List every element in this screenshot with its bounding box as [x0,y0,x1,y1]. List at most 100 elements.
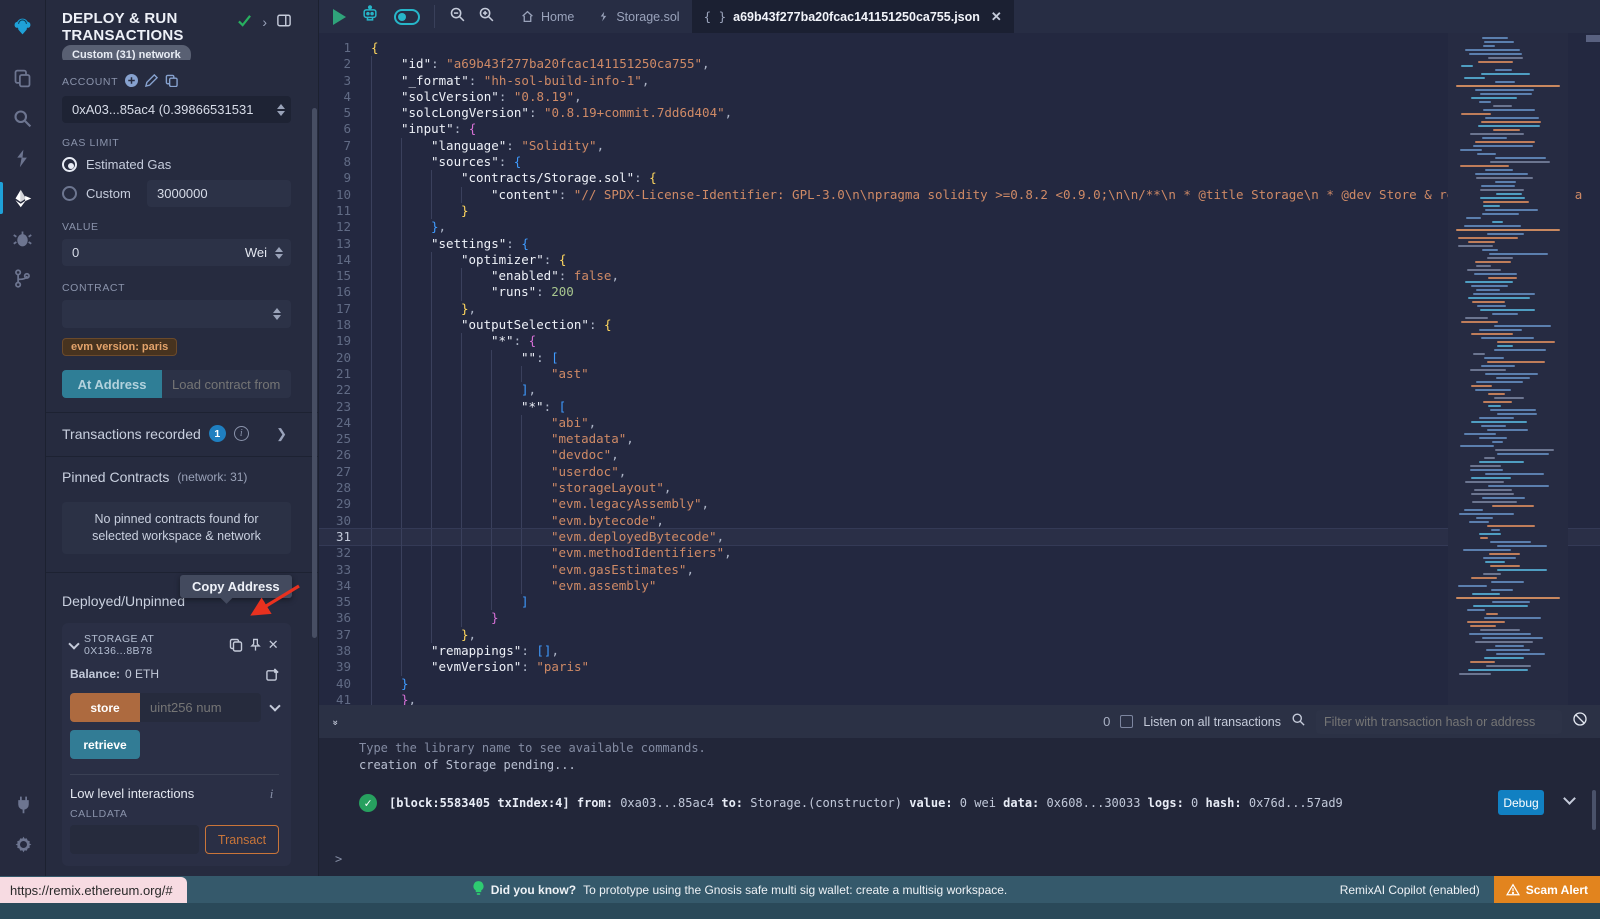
code-line-31[interactable]: 31"evm.deployedBytecode", [319,529,1600,545]
store-arg-input[interactable] [140,693,261,722]
close-tab-icon[interactable]: ✕ [991,9,1002,25]
clear-filter-ban-icon[interactable] [1572,711,1588,732]
code-line-16[interactable]: 16"runs": 200 [319,284,1600,300]
copy-address-icon[interactable] [229,638,243,652]
store-function-button[interactable]: store [70,693,140,722]
git-icon[interactable] [0,258,46,298]
code-line-24[interactable]: 24"abi", [319,415,1600,431]
code-line-6[interactable]: 6"input": { [319,121,1600,137]
code-line-7[interactable]: 7"language": "Solidity", [319,138,1600,154]
code-line-3[interactable]: 3"_format": "hh-sol-build-info-1", [319,73,1600,89]
deploy-run-icon[interactable] [0,178,46,218]
account-select[interactable]: 0xA03...85ac4 (0.39866531531 [62,96,291,123]
code-line-35[interactable]: 35] [319,594,1600,610]
code-line-30[interactable]: 30"evm.bytecode", [319,513,1600,529]
pin-contract-icon[interactable] [249,638,262,652]
code-line-20[interactable]: 20"": [ [319,350,1600,366]
transact-button[interactable]: Transact [205,825,279,854]
tab-a69b43f277ba20fcac141151250ca755-json[interactable]: { }a69b43f277ba20fcac141151250ca755.json… [692,0,1014,33]
value-input[interactable] [62,239,237,266]
load-address-input[interactable] [162,370,291,398]
zoom-out-icon[interactable] [449,6,466,28]
code-line-34[interactable]: 34"evm.assembly" [319,578,1600,594]
retrieve-function-button[interactable]: retrieve [70,730,140,759]
custom-gas-input[interactable] [147,180,291,207]
tab-home[interactable]: Home [509,0,586,33]
debugger-icon[interactable] [0,218,46,258]
code-line-41[interactable]: 41}, [319,692,1600,705]
search-icon[interactable] [0,98,46,138]
code-line-29[interactable]: 29"evm.legacyAssembly", [319,496,1600,512]
calldata-input[interactable] [70,825,199,854]
code-line-1[interactable]: 1{ [319,40,1600,56]
transaction-log-row[interactable]: ✓ [block:5583405 txIndex:4] from: 0xa03.… [359,794,1540,812]
code-line-40[interactable]: 40} [319,676,1600,692]
code-line-26[interactable]: 26"devdoc", [319,447,1600,463]
collapse-chevron-icon[interactable]: › [262,14,267,30]
terminal-scrollbar[interactable] [1592,790,1596,830]
at-address-button[interactable]: At Address [62,370,162,398]
terminal-prompt[interactable]: > [335,852,342,866]
expand-tx-chevron-icon[interactable] [1563,792,1576,805]
panel-scrollbar[interactable] [312,108,317,638]
zoom-in-icon[interactable] [478,6,495,28]
code-line-13[interactable]: 13"settings": { [319,236,1600,252]
code-line-36[interactable]: 36} [319,610,1600,626]
terminal-search-icon[interactable] [1291,712,1306,732]
code-line-11[interactable]: 11} [319,203,1600,219]
settings-gear-icon[interactable] [0,824,46,864]
code-line-10[interactable]: 10"content": "// SPDX-License-Identifier… [319,187,1600,203]
low-level-info-icon[interactable]: i [264,786,279,801]
code-line-12[interactable]: 12}, [319,219,1600,235]
copy-account-icon[interactable] [165,74,178,90]
add-account-icon[interactable] [125,74,138,90]
plugin-manager-icon[interactable] [0,784,46,824]
code-line-15[interactable]: 15"enabled": false, [319,268,1600,284]
code-line-37[interactable]: 37}, [319,627,1600,643]
code-line-17[interactable]: 17}, [319,301,1600,317]
terminal-output[interactable]: Type the library name to see available c… [319,738,1600,876]
code-editor[interactable]: 1{2"id": "a69b43f277ba20fcac141151250ca7… [319,33,1600,705]
expand-terminal-icon[interactable]: ⌄⌄ [331,717,339,726]
expand-args-icon[interactable] [269,700,280,711]
tab-storage-sol[interactable]: Storage.sol [586,0,691,33]
contract-instance-label[interactable]: STORAGE AT 0X136...8B78 [84,633,223,657]
code-line-38[interactable]: 38"remappings": [], [319,643,1600,659]
expand-chevron-icon[interactable]: ❯ [276,426,287,442]
code-line-23[interactable]: 23"*": [ [319,399,1600,415]
editor-scrollbar[interactable] [1586,35,1600,42]
code-line-39[interactable]: 39"evmVersion": "paris" [319,659,1600,675]
listen-all-checkbox[interactable] [1120,715,1133,728]
code-line-25[interactable]: 25"metadata", [319,431,1600,447]
custom-gas-radio[interactable] [62,186,77,201]
pin-panel-icon[interactable] [277,14,291,32]
code-line-32[interactable]: 32"evm.methodIdentifiers", [319,545,1600,561]
scam-alert-badge[interactable]: Scam Alert [1494,876,1600,903]
code-line-4[interactable]: 4"solcVersion": "0.8.19", [319,89,1600,105]
info-icon[interactable]: i [234,426,249,441]
code-line-18[interactable]: 18"outputSelection": { [319,317,1600,333]
code-line-28[interactable]: 28"storageLayout", [319,480,1600,496]
code-line-8[interactable]: 8"sources": { [319,154,1600,170]
editor-minimap[interactable] [1448,33,1568,705]
code-line-21[interactable]: 21"ast" [319,366,1600,382]
copilot-status-label[interactable]: RemixAI Copilot (enabled) [1340,883,1480,897]
code-line-5[interactable]: 5"solcLongVersion": "0.8.19+commit.7dd6d… [319,105,1600,121]
code-line-33[interactable]: 33"evm.gasEstimates", [319,562,1600,578]
remix-logo[interactable] [0,6,46,46]
value-unit-select[interactable]: Wei [237,245,275,260]
code-line-14[interactable]: 14"optimizer": { [319,252,1600,268]
code-line-19[interactable]: 19"*": { [319,333,1600,349]
file-explorer-icon[interactable] [0,58,46,98]
remixai-robot-icon[interactable] [360,4,380,29]
remove-contract-icon[interactable]: ✕ [268,637,279,653]
estimated-gas-radio[interactable] [62,157,77,172]
solidity-compiler-icon[interactable] [0,138,46,178]
contract-select[interactable] [62,300,291,328]
debug-button[interactable]: Debug [1498,790,1544,815]
code-line-9[interactable]: 9"contracts/Storage.sol": { [319,170,1600,186]
collapse-contract-icon[interactable] [68,638,79,649]
run-script-icon[interactable] [333,9,346,25]
copilot-toggle-icon[interactable] [394,9,420,25]
transaction-filter-input[interactable] [1316,710,1562,734]
